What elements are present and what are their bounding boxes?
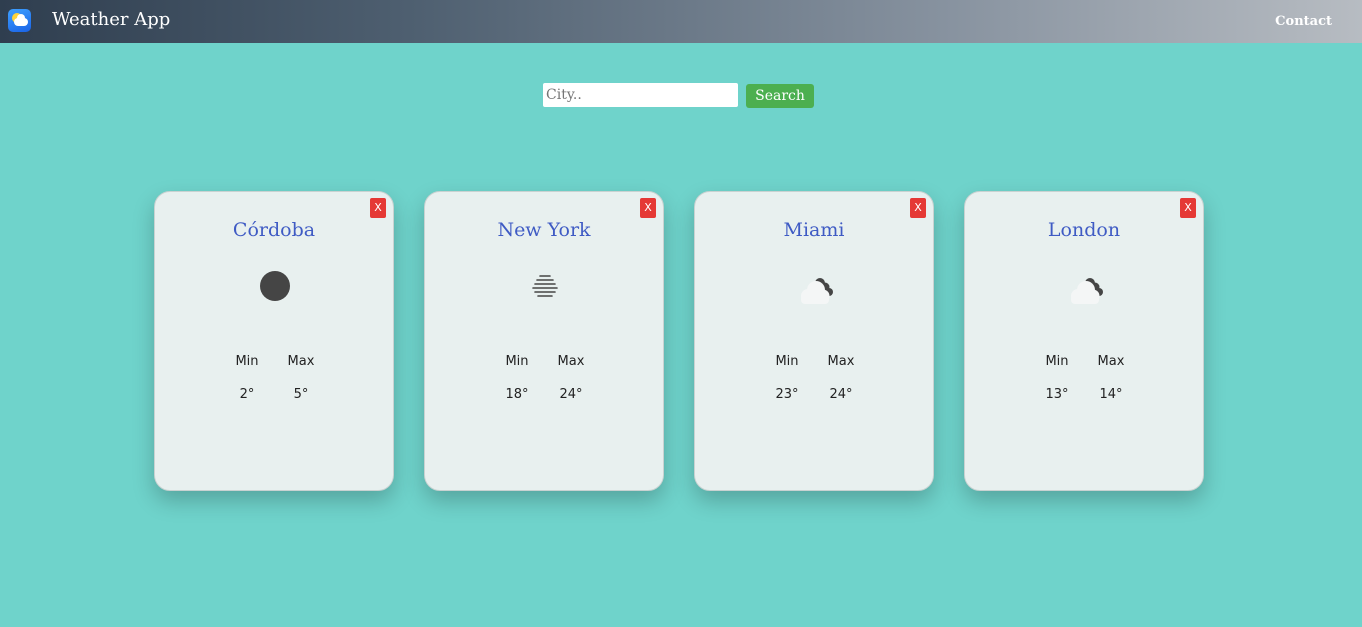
city-card: X Córdoba Min 2° Max 5° [154, 191, 394, 491]
remove-city-button[interactable]: X [640, 198, 656, 218]
broken-clouds-icon [783, 262, 847, 312]
remove-city-button[interactable]: X [1180, 198, 1196, 218]
max-temperature: 24° [559, 387, 583, 402]
min-label: Min [505, 354, 529, 369]
min-label: Min [775, 354, 799, 369]
max-label: Max [1097, 354, 1125, 369]
city-name: New York [497, 219, 591, 241]
city-name: Córdoba [232, 219, 316, 241]
temperature-range: Min 23° Max 24° [695, 354, 933, 402]
city-card: X London Min 13° Max 14° [964, 191, 1204, 491]
city-card: X New York Min 18° Max 24° [424, 191, 664, 491]
max-label: Max [557, 354, 585, 369]
broken-clouds-icon [1053, 262, 1117, 312]
min-label: Min [1045, 354, 1069, 369]
app-title[interactable]: Weather App [52, 9, 170, 30]
max-label: Max [827, 354, 855, 369]
logo-cloud-shape [14, 14, 28, 26]
max-temperature: 24° [829, 387, 853, 402]
mist-icon [513, 262, 577, 312]
max-temperature: 14° [1099, 387, 1123, 402]
city-card: X Miami Min 23° Max 24° [694, 191, 934, 491]
temperature-range: Min 13° Max 14° [965, 354, 1203, 402]
max-temperature: 5° [293, 387, 309, 402]
city-search-input[interactable] [543, 83, 738, 107]
contact-link[interactable]: Contact [1275, 14, 1332, 29]
remove-city-button[interactable]: X [370, 198, 386, 218]
min-temperature: 2° [239, 387, 255, 402]
temperature-range: Min 2° Max 5° [155, 354, 393, 402]
min-label: Min [235, 354, 259, 369]
max-label: Max [287, 354, 315, 369]
min-temperature: 18° [505, 387, 529, 402]
remove-city-button[interactable]: X [910, 198, 926, 218]
min-temperature: 13° [1045, 387, 1069, 402]
min-temperature: 23° [775, 387, 799, 402]
temperature-range: Min 18° Max 24° [425, 354, 663, 402]
city-name: London [1047, 219, 1121, 241]
clear-night-icon [243, 262, 307, 312]
city-name: Miami [783, 219, 845, 241]
navbar: Weather App Contact [0, 0, 1362, 43]
weather-app-logo-icon[interactable] [8, 9, 31, 32]
search-button[interactable]: Search [746, 84, 814, 108]
